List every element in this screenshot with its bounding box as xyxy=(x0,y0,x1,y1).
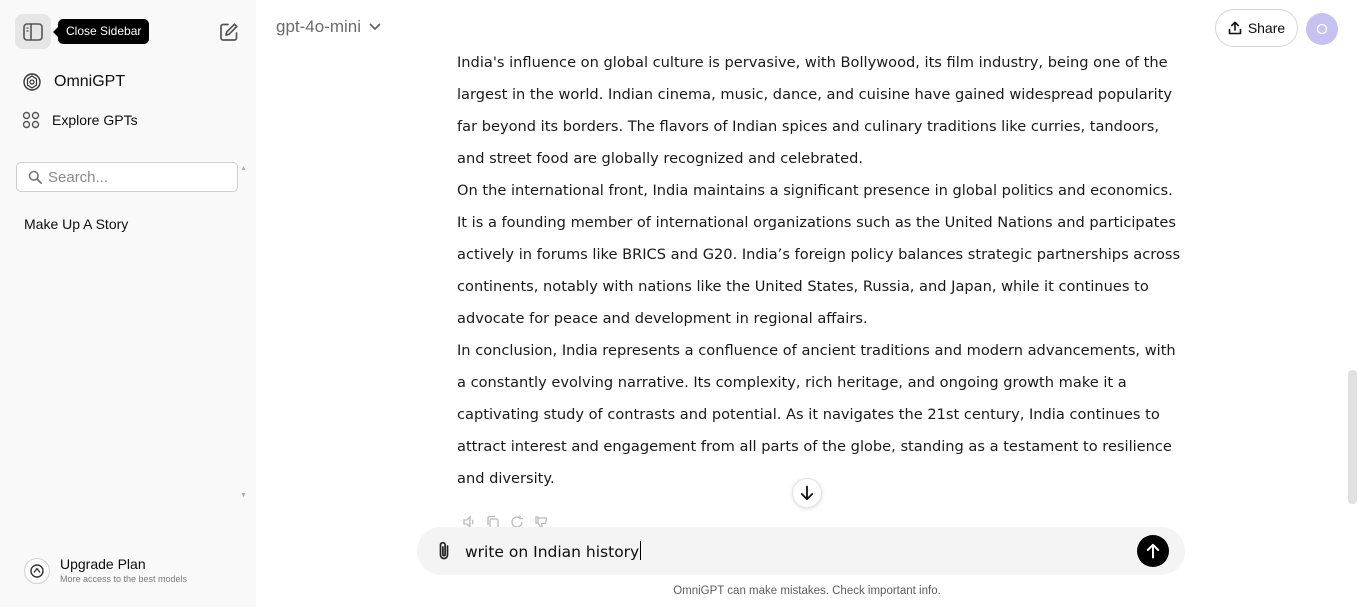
sidebar-icon xyxy=(23,22,43,41)
model-name: gpt-4o-mini xyxy=(276,17,362,36)
search-input[interactable] xyxy=(48,168,228,186)
text-caret xyxy=(640,541,642,560)
message-paragraph: In conclusion, India represents a conflu… xyxy=(457,342,1176,487)
message-actions xyxy=(462,515,548,527)
message-input[interactable]: write on Indian history xyxy=(465,541,642,561)
scroll-to-bottom-button[interactable] xyxy=(792,478,822,508)
sidebar-item-label: Explore GPTs xyxy=(52,112,138,128)
thumbs-down-icon[interactable] xyxy=(534,515,548,527)
model-selector[interactable]: gpt-4o-mini xyxy=(276,17,381,37)
regenerate-icon[interactable] xyxy=(510,515,524,527)
share-button[interactable]: Share xyxy=(1215,9,1298,47)
sidebar-scroll-up-arrow[interactable]: ▲ xyxy=(240,165,247,172)
search-box xyxy=(16,162,238,192)
paperclip-icon xyxy=(439,541,449,560)
share-label: Share xyxy=(1247,20,1286,36)
message-input-value: write on Indian history xyxy=(465,543,640,561)
read-aloud-icon[interactable] xyxy=(462,515,476,527)
user-avatar[interactable]: O xyxy=(1306,13,1338,45)
sidebar-item-omnigpt[interactable]: OmniGPT xyxy=(16,67,131,97)
message-paragraph: India's influence on global culture is p… xyxy=(457,54,1173,167)
toggle-sidebar-button[interactable] xyxy=(15,14,51,49)
message-composer: write on Indian history xyxy=(417,527,1185,575)
upgrade-icon xyxy=(24,558,50,584)
openai-logo-icon xyxy=(23,73,41,91)
chevron-down-icon xyxy=(369,23,381,30)
main-scrollbar[interactable] xyxy=(1348,370,1357,504)
message-paragraph: On the international front, India mainta… xyxy=(457,182,1181,327)
app-window: Close Sidebar OmniGPT Explore GPTs Searc… xyxy=(0,0,1358,607)
new-chat-button[interactable] xyxy=(216,19,242,45)
disclaimer-text: OmniGPT can make mistakes. Check importa… xyxy=(673,585,941,597)
assistant-message: India's influence on global culture is p… xyxy=(457,47,1182,495)
sidebar: Close Sidebar OmniGPT Explore GPTs Searc… xyxy=(0,0,256,607)
grid-icon xyxy=(22,111,40,129)
share-icon xyxy=(1228,21,1242,35)
sidebar-scroll-down-arrow[interactable]: ▼ xyxy=(240,492,247,499)
upgrade-plan-button[interactable]: Upgrade Plan More access to the best mod… xyxy=(24,556,187,586)
edit-icon xyxy=(220,23,238,41)
copy-icon[interactable] xyxy=(486,515,500,527)
sidebar-item-explore-gpts[interactable]: Explore GPTs xyxy=(16,105,144,135)
send-button[interactable] xyxy=(1137,535,1169,567)
sidebar-item-label: OmniGPT xyxy=(54,73,126,90)
upgrade-plan-subtitle: More access to the best models xyxy=(60,574,188,584)
upgrade-plan-title: Upgrade Plan xyxy=(60,556,146,572)
attach-button[interactable] xyxy=(433,540,455,562)
arrow-down-icon xyxy=(800,485,814,501)
arrow-up-icon xyxy=(1146,543,1160,559)
chat-history-item[interactable]: Make Up A Story xyxy=(24,216,128,232)
close-sidebar-tooltip: Close Sidebar xyxy=(52,19,150,44)
search-icon xyxy=(28,170,42,184)
